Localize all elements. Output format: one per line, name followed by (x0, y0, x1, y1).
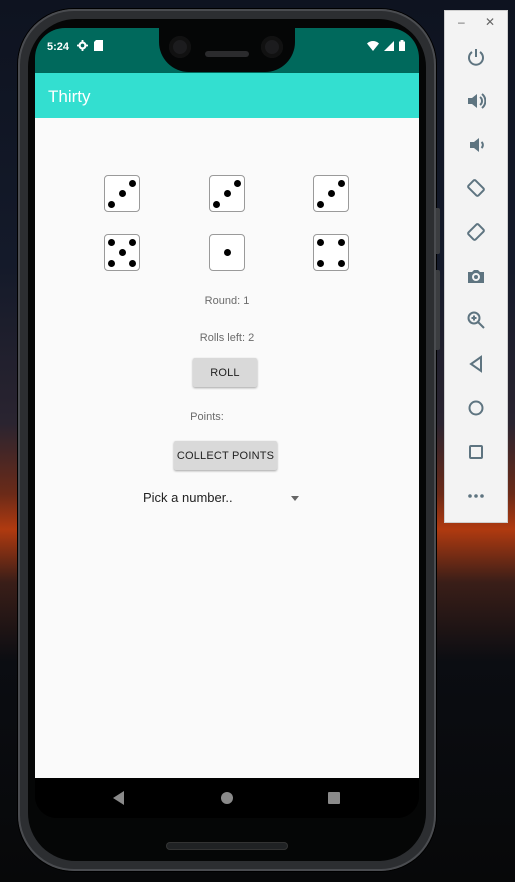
settings-icon (77, 40, 88, 51)
home-button[interactable] (463, 395, 489, 421)
camera-notch (159, 28, 295, 72)
close-icon[interactable]: ✕ (485, 15, 495, 29)
spinner-arrow-icon (291, 496, 299, 501)
phone-volume-keys (436, 270, 440, 350)
die-pip (337, 259, 345, 267)
die-pip (337, 238, 345, 246)
die-pip (128, 259, 136, 267)
game-content: Round: 1 Rolls left: 2 ROLL Points: COLL… (35, 118, 419, 778)
app-title: Thirty (48, 87, 91, 106)
camera-icon (468, 270, 484, 283)
battery-icon (399, 40, 405, 51)
volume-up-icon (468, 93, 486, 109)
device-screen: 5:24 Thirty Round: 1 Rolls left: 2 ROLL … (35, 28, 419, 818)
die-pip (223, 249, 231, 256)
die-pip (317, 259, 325, 267)
sd-card-icon (94, 40, 103, 51)
die-pip (108, 200, 116, 208)
die-pip (327, 190, 335, 197)
earpiece-speaker (205, 51, 249, 57)
overview-icon (469, 445, 483, 459)
die-pip (108, 238, 116, 246)
status-bar: 5:24 (35, 28, 419, 73)
die-pip (213, 200, 221, 208)
die-pip (233, 179, 241, 187)
number-spinner[interactable]: Pick a number.. (143, 486, 303, 510)
app-bar: Thirty (35, 73, 419, 118)
screenshot-button[interactable] (463, 263, 489, 289)
nav-recents-icon[interactable] (328, 792, 340, 804)
collect-points-button[interactable]: COLLECT POINTS (174, 441, 277, 470)
more-button[interactable] (463, 483, 489, 509)
nav-back-icon[interactable] (113, 791, 124, 805)
die-pip (128, 238, 136, 246)
die-pip (118, 190, 126, 197)
toolbar-window-controls: – ✕ (445, 11, 507, 37)
die-2[interactable] (209, 175, 245, 212)
die-pip (223, 190, 231, 197)
rotate-right-icon (467, 223, 485, 241)
signal-icon (384, 40, 394, 51)
points-label: Points: (190, 411, 224, 423)
home-icon (468, 400, 484, 416)
rolls-left-label: Rolls left: 2 (199, 332, 255, 344)
die-pip (317, 200, 325, 208)
minimize-icon[interactable]: – (458, 15, 465, 29)
wifi-icon (367, 40, 379, 51)
volume-up-button[interactable] (463, 88, 489, 114)
die-4[interactable] (104, 234, 140, 271)
die-1[interactable] (104, 175, 140, 212)
phone-power-key (436, 208, 440, 254)
die-5[interactable] (209, 234, 245, 271)
die-pip (118, 249, 126, 256)
front-camera-right (261, 36, 283, 58)
rotate-left-button[interactable] (463, 175, 489, 201)
die-3[interactable] (313, 175, 349, 212)
die-pip (128, 179, 136, 187)
navigation-bar (35, 778, 419, 818)
back-icon (469, 355, 482, 373)
die-pip (337, 179, 345, 187)
status-left-icons (77, 40, 103, 51)
roll-button[interactable]: ROLL (193, 358, 257, 387)
rotate-left-icon (467, 179, 485, 197)
zoom-icon (467, 311, 485, 329)
status-right-icons (367, 40, 405, 51)
round-label: Round: 1 (204, 295, 250, 307)
overview-button[interactable] (463, 439, 489, 465)
emulator-toolbar: – ✕ (445, 11, 507, 522)
bottom-speaker-grille (166, 842, 288, 850)
back-button[interactable] (463, 351, 489, 377)
zoom-button[interactable] (463, 307, 489, 333)
nav-home-icon[interactable] (221, 792, 233, 804)
die-pip (108, 259, 116, 267)
spinner-selected-value: Pick a number.. (143, 490, 233, 505)
status-time: 5:24 (47, 41, 70, 53)
power-icon (468, 49, 484, 66)
more-icon (468, 494, 484, 498)
front-camera-left (169, 36, 191, 58)
die-6[interactable] (313, 234, 349, 271)
volume-down-icon (470, 138, 484, 152)
volume-down-button[interactable] (463, 132, 489, 158)
rotate-right-button[interactable] (463, 219, 489, 245)
die-pip (317, 238, 325, 246)
power-button[interactable] (463, 44, 489, 70)
